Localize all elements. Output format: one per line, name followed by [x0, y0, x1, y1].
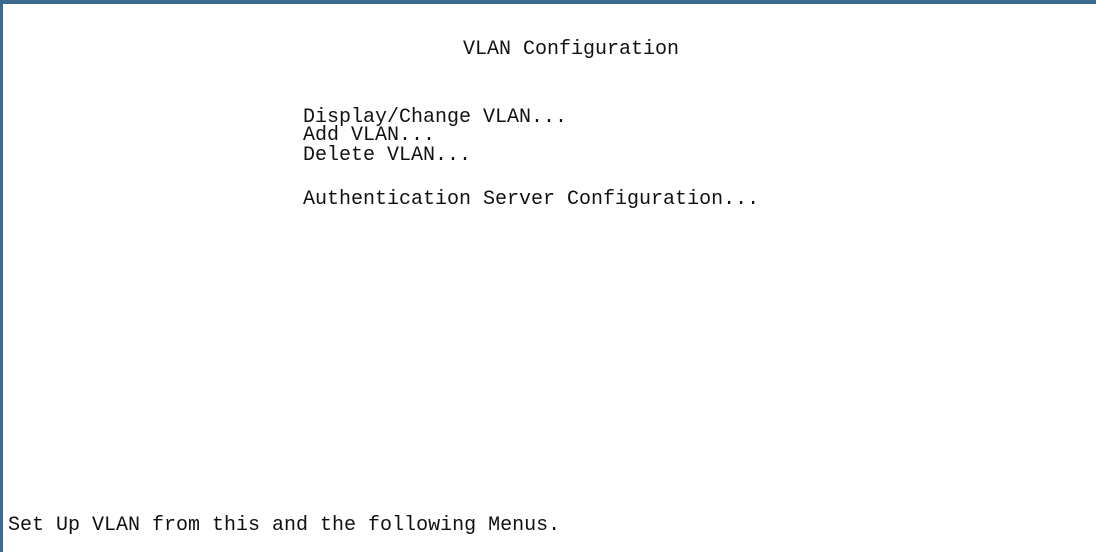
screen-title: VLAN Configuration	[463, 38, 680, 61]
status-line: Set Up VLAN from this and the following …	[8, 514, 561, 537]
menu-item-delete-vlan[interactable]: Delete VLAN...	[303, 146, 471, 166]
terminal-screen: VLAN Configuration Display/Change VLAN..…	[0, 0, 1096, 552]
menu-item-add-vlan[interactable]: Add VLAN...	[303, 126, 435, 146]
menu-item-authentication-server-configuration[interactable]: Authentication Server Configuration...	[303, 190, 759, 210]
